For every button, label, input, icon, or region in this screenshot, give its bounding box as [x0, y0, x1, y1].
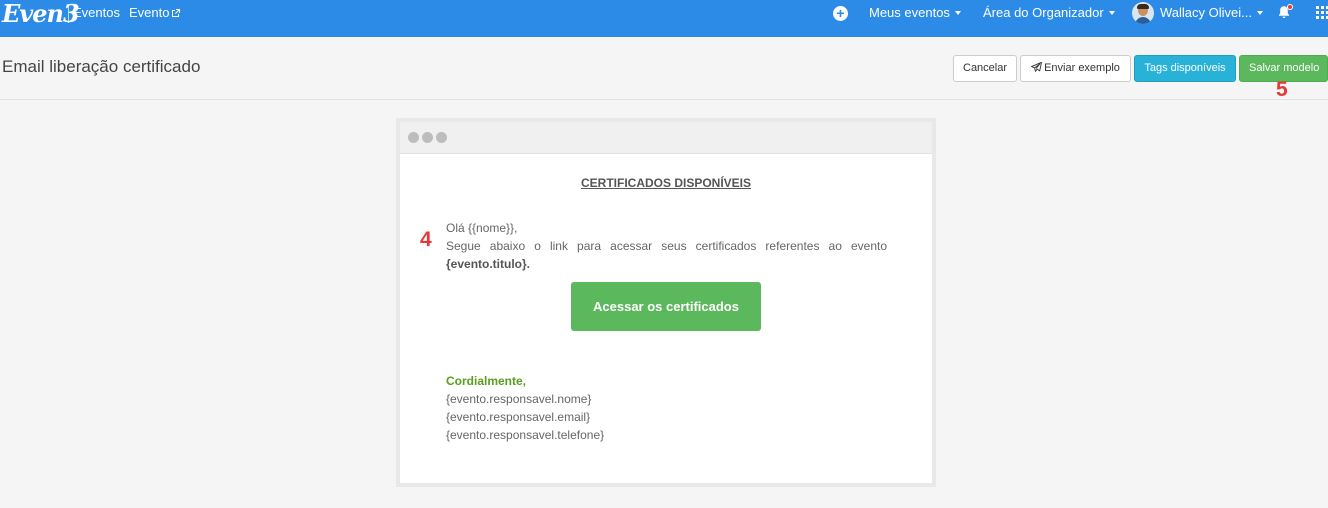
external-link-icon — [172, 9, 181, 17]
chevron-down-icon — [1256, 11, 1263, 15]
window-dot-icon — [422, 132, 433, 143]
signature-name[interactable]: {evento.responsavel.nome} — [446, 390, 591, 408]
avatar[interactable] — [1132, 2, 1154, 24]
nav-eventos-link[interactable]: Eventos — [73, 5, 120, 21]
meus-eventos-dropdown[interactable]: Meus eventos — [869, 5, 961, 21]
logo-divider — [68, 5, 69, 23]
step-marker-4: 4 — [420, 228, 432, 251]
top-navbar: Even3 Eventos Evento + Meus eventos Área… — [0, 0, 1328, 37]
header-divider — [0, 99, 1328, 100]
chevron-down-icon — [1108, 11, 1115, 15]
area-organizador-dropdown[interactable]: Área do Organizador — [983, 5, 1115, 21]
email-event-tag[interactable]: {evento.titulo}. — [446, 255, 530, 273]
email-greeting[interactable]: Olá {{nome}}, — [446, 219, 517, 237]
tags-available-button[interactable]: Tags disponíveis — [1134, 55, 1236, 82]
window-dot-icon — [408, 132, 419, 143]
nav-evento-link[interactable]: Evento — [129, 5, 181, 21]
email-heading: CERTIFICADOS DISPONÍVEIS — [580, 176, 752, 190]
cancel-button[interactable]: Cancelar — [953, 55, 1017, 82]
window-dot-icon — [436, 132, 447, 143]
apps-grid-icon[interactable] — [1316, 6, 1328, 20]
email-preview-window: CERTIFICADOS DISPONÍVEIS 4 Olá {{nome}},… — [396, 118, 936, 487]
preview-window-bar — [400, 122, 932, 154]
signature-email[interactable]: {evento.responsavel.email} — [446, 408, 590, 426]
email-closing[interactable]: Cordialmente, — [446, 372, 526, 390]
paper-plane-icon — [1031, 62, 1043, 72]
plus-circle-icon[interactable]: + — [833, 6, 848, 21]
nav-evento-label: Evento — [129, 5, 170, 20]
chevron-down-icon — [954, 11, 961, 15]
send-example-label: Enviar exemplo — [1044, 62, 1120, 74]
email-body-text[interactable]: Segue abaixo o link para acessar seus ce… — [446, 237, 887, 255]
page-title: Email liberação certificado — [2, 57, 201, 76]
user-menu-dropdown[interactable]: Wallacy Olivei... — [1160, 5, 1263, 21]
user-name: Wallacy Olivei... — [1160, 5, 1252, 20]
meus-eventos-label: Meus eventos — [869, 5, 950, 20]
access-certificates-button[interactable]: Acessar os certificados — [571, 282, 761, 331]
signature-phone[interactable]: {evento.responsavel.telefone} — [446, 426, 604, 444]
notification-badge — [1287, 4, 1293, 10]
area-organizador-label: Área do Organizador — [983, 5, 1104, 20]
send-example-button[interactable]: Enviar exemplo — [1020, 55, 1131, 82]
